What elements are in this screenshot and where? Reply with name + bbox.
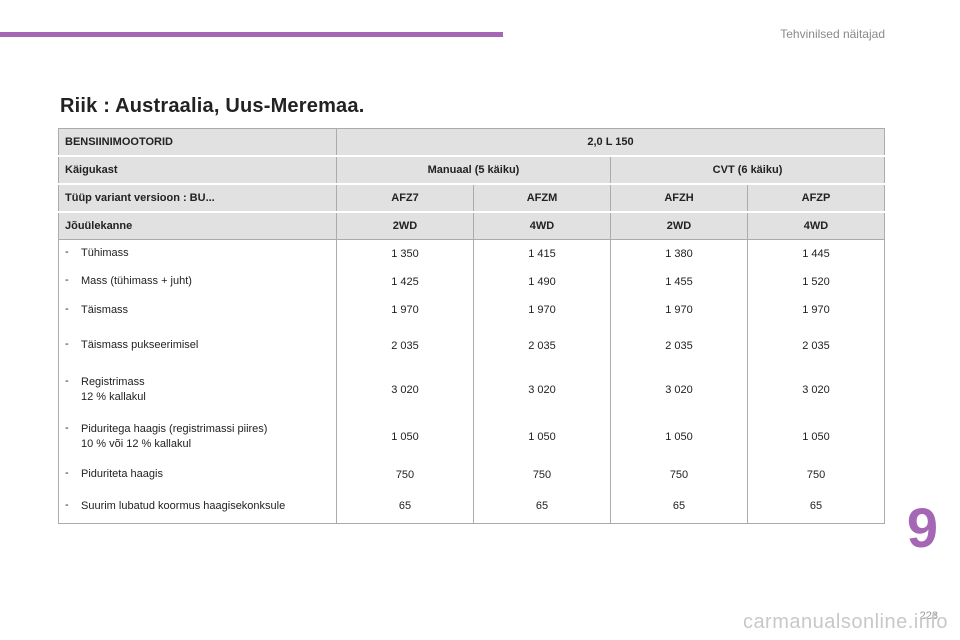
row-bullet: - xyxy=(65,274,69,286)
row-bullet: - xyxy=(65,375,69,387)
variant-cell: AFZM xyxy=(473,183,611,213)
value-cell: 1 415 xyxy=(473,239,611,268)
row-bullet: - xyxy=(65,338,69,350)
value-cell: 1 050 xyxy=(746,413,886,460)
row-label-cell: - Täismass pukseerimisel xyxy=(58,324,337,367)
value-cell: 750 xyxy=(746,459,886,490)
engine-header-row: BENSIINIMOOTORID 2,0 L 150 xyxy=(58,128,886,157)
value-cell: 1 050 xyxy=(473,413,611,460)
top-accent-bar xyxy=(0,32,503,37)
table-row: - Piduritega haagis (registrimassi piires… xyxy=(58,413,886,460)
value-cell: 3 020 xyxy=(610,366,748,414)
row-label: Täismass pukseerimisel xyxy=(81,339,199,351)
value-cell: 750 xyxy=(473,459,611,490)
value-cell: 2 035 xyxy=(746,324,886,367)
row-label: Piduritega haagis (registrimassi piires) xyxy=(81,422,268,435)
row-label: Piduriteta haagis xyxy=(81,468,163,480)
value-cell: 1 050 xyxy=(610,413,748,460)
variant-header-row: Tüüp variant versioon : BU... AFZ7 AFZM … xyxy=(58,183,886,213)
drive-cell: 4WD xyxy=(473,211,611,240)
page-title: Riik : Austraalia, Uus-Meremaa. xyxy=(60,95,365,117)
value-cell: 65 xyxy=(473,489,611,524)
value-cell: 1 490 xyxy=(473,267,611,296)
value-cell: 1 425 xyxy=(336,267,474,296)
row-bullet: - xyxy=(65,467,69,479)
watermark: carmanualsonline.info xyxy=(742,611,948,633)
row-label-cell: - Mass (tühimass + juht) xyxy=(58,267,337,296)
chapter-number: 9 xyxy=(906,496,938,559)
row-label: Registrimass xyxy=(81,376,145,388)
row-label: Täismass xyxy=(81,303,129,316)
row-label-cell: - Piduriteta haagis xyxy=(58,459,337,490)
gearbox-header-row: Käigukast Manuaal (5 käiku) CVT (6 käiku… xyxy=(58,155,886,185)
variant-cell: AFZP xyxy=(746,183,886,213)
gearbox-cvt: CVT (6 käiku) xyxy=(609,155,886,185)
value-cell: 65 xyxy=(336,489,474,524)
table-row: - Suurim lubatud koormus haagisekonksule 6… xyxy=(58,489,886,524)
gearbox-manual: Manuaal (5 käiku) xyxy=(336,155,611,185)
table-row: - Mass (tühimass + juht) 1 425 1 490 1 455 1 … xyxy=(58,267,886,296)
drive-cell: 2WD xyxy=(336,211,474,240)
table-row: - Täismass 1 970 1 970 1 970 1 970 xyxy=(58,295,886,325)
value-cell: 65 xyxy=(610,489,748,524)
drive-cell: 2WD xyxy=(610,211,748,240)
row-label-cell: - Tühimass xyxy=(58,239,337,268)
value-cell: 3 020 xyxy=(336,366,474,414)
row-label: 10 % või 12 % kallakul xyxy=(81,437,192,450)
section-label: Tehvinilsed näitajad xyxy=(780,27,885,41)
variant-label: Tüüp variant versioon : BU... xyxy=(58,183,337,213)
value-cell: 1 380 xyxy=(610,239,748,268)
value-cell: 1 445 xyxy=(746,239,886,268)
table-row: - Tühimass 1 350 1 415 1 380 1 445 xyxy=(58,239,886,268)
value-cell: 1 970 xyxy=(746,295,886,325)
row-bullet: - xyxy=(65,302,69,315)
row-label-cell: - Täismass xyxy=(58,295,337,325)
value-cell: 3 020 xyxy=(746,366,886,414)
row-bullet: - xyxy=(65,421,69,434)
value-cell: 750 xyxy=(610,459,748,490)
specs-table: BENSIINIMOOTORID 2,0 L 150 Käigukast Man… xyxy=(58,128,886,524)
row-label-cell: - Suurim lubatud koormus haagisekonksule xyxy=(58,489,337,524)
specs-table-body: - Tühimass 1 350 1 415 1 380 1 445- Mass (tühi… xyxy=(58,239,886,524)
row-bullet: - xyxy=(65,498,69,511)
variant-cell: AFZ7 xyxy=(336,183,474,213)
row-label: Mass (tühimass + juht) xyxy=(81,275,192,287)
value-cell: 1 455 xyxy=(610,267,748,296)
value-cell: 2 035 xyxy=(336,324,474,367)
gearbox-label: Käigukast xyxy=(58,155,337,185)
table-row: - Täismass pukseerimisel 2 035 2 035 2 035 2 … xyxy=(58,324,886,367)
drive-label: Jõuülekanne xyxy=(58,211,337,240)
value-cell: 1 350 xyxy=(336,239,474,268)
value-cell: 1 520 xyxy=(746,267,886,296)
value-cell: 1 970 xyxy=(336,295,474,325)
row-label-cell: - Piduritega haagis (registrimassi piires… xyxy=(58,413,337,460)
drive-cell: 4WD xyxy=(746,211,886,240)
engine-value: 2,0 L 150 xyxy=(335,128,886,157)
value-cell: 2 035 xyxy=(473,324,611,367)
value-cell: 750 xyxy=(336,459,474,490)
engine-label: BENSIINIMOOTORID xyxy=(58,128,337,157)
row-label-cell: - Registrimass 12 % kallakul xyxy=(58,366,337,414)
value-cell: 1 050 xyxy=(336,413,474,460)
value-cell: 3 020 xyxy=(473,366,611,414)
value-cell: 1 970 xyxy=(473,295,611,325)
row-label: Tühimass xyxy=(81,247,129,260)
value-cell: 1 970 xyxy=(610,295,748,325)
row-label: 12 % kallakul xyxy=(81,391,146,403)
table-row: - Piduriteta haagis 750 750 750 750 xyxy=(58,459,886,490)
row-label: Suurim lubatud koormus haagisekonksule xyxy=(81,499,286,512)
variant-cell: AFZH xyxy=(610,183,748,213)
row-bullet: - xyxy=(65,246,69,259)
value-cell: 2 035 xyxy=(610,324,748,367)
drive-header-row: Jõuülekanne 2WD 4WD 2WD 4WD xyxy=(58,211,886,240)
value-cell: 65 xyxy=(746,489,886,524)
table-row: - Registrimass 12 % kallakul 3 020 3 020 3 02… xyxy=(58,366,886,414)
